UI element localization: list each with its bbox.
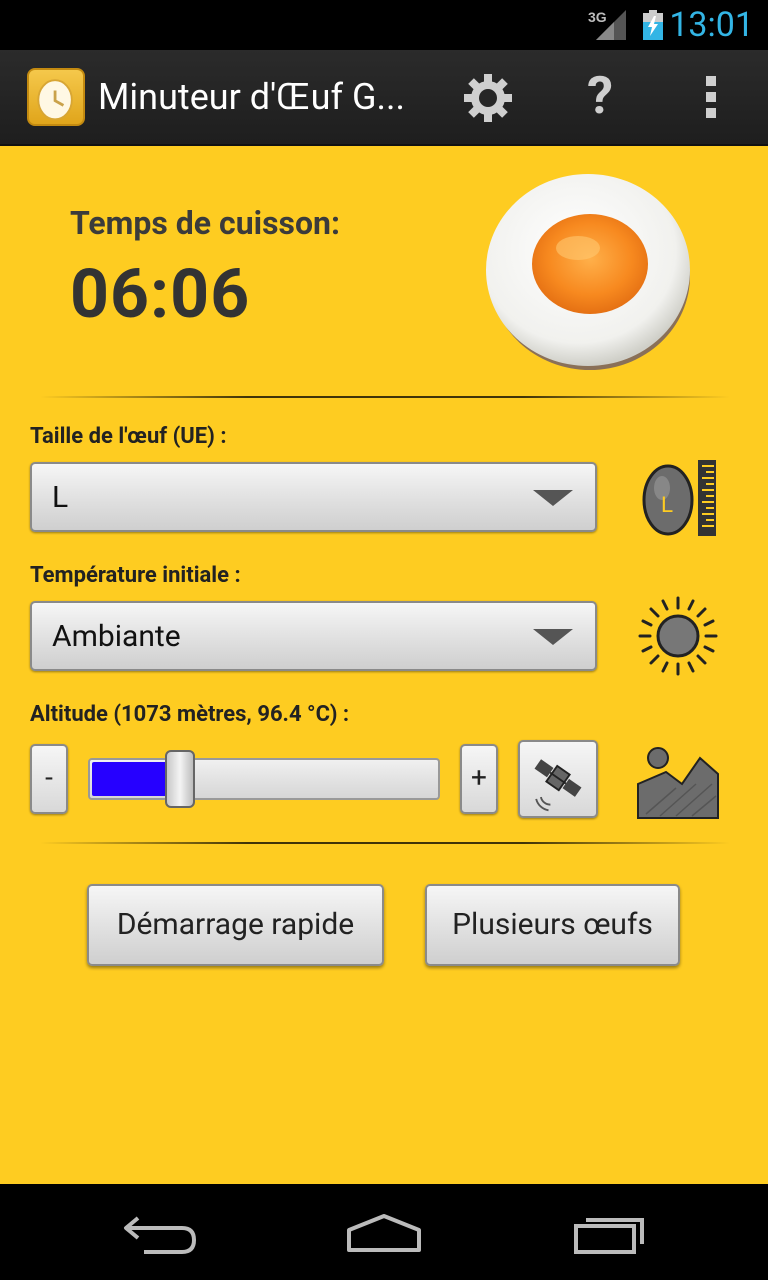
egg-size-icon-letter: L — [661, 492, 673, 517]
altitude-decrease-button[interactable]: - — [30, 744, 68, 814]
egg-size-ruler-icon[interactable]: L — [640, 456, 720, 538]
multiple-eggs-button[interactable]: Plusieurs œufs — [425, 884, 680, 966]
egg-clock-icon — [37, 79, 73, 121]
app-icon[interactable] — [27, 68, 85, 126]
mountain-altitude-icon — [637, 747, 719, 819]
help-button[interactable]: ? — [578, 64, 622, 128]
bottom-divider — [40, 842, 730, 844]
battery-charging-icon — [643, 10, 663, 40]
main-content: Temps de cuisson: 06:06 Taille de l'œuf … — [0, 146, 768, 1184]
cooking-time-label: Temps de cuisson: — [70, 204, 340, 242]
navigation-bar — [0, 1184, 768, 1280]
back-icon[interactable] — [114, 1206, 204, 1258]
altitude-increase-button[interactable]: + — [460, 744, 498, 814]
altitude-slider-thumb[interactable] — [165, 750, 195, 808]
top-divider — [40, 396, 730, 398]
egg-size-label: Taille de l'œuf (UE) : — [30, 424, 227, 449]
network-type-label: 3G — [588, 9, 607, 25]
overflow-menu-icon[interactable] — [696, 72, 726, 124]
action-bar: Minuteur d'Œuf G... ? — [0, 50, 768, 146]
signal-3g-icon: 3G — [588, 9, 626, 40]
settings-gear-icon[interactable] — [460, 70, 516, 126]
start-temperature-dropdown[interactable]: Ambiante — [30, 601, 597, 671]
start-temperature-value: Ambiante — [52, 619, 181, 654]
status-time: 13:01 — [669, 5, 754, 45]
start-temperature-label: Température initiale : — [30, 563, 241, 588]
dropdown-arrow-icon — [533, 490, 573, 506]
home-icon[interactable] — [339, 1206, 429, 1258]
gps-locate-button[interactable] — [518, 740, 598, 818]
satellite-icon — [534, 759, 582, 812]
cooking-time-value: 06:06 — [70, 254, 251, 334]
sun-icon[interactable] — [636, 594, 720, 678]
altitude-slider[interactable] — [88, 758, 440, 800]
app-title: Minuteur d'Œuf G... — [98, 76, 405, 118]
egg-size-value: L — [52, 480, 69, 515]
status-bar: 3G 13:01 — [0, 0, 768, 50]
dropdown-arrow-icon — [533, 629, 573, 645]
recent-apps-icon[interactable] — [566, 1206, 656, 1258]
altitude-label: Altitude (1073 mètres, 96.4 °C) : — [30, 702, 350, 727]
quick-start-button[interactable]: Démarrage rapide — [87, 884, 384, 966]
egg-size-dropdown[interactable]: L — [30, 462, 597, 532]
boiled-egg-image — [486, 174, 690, 370]
